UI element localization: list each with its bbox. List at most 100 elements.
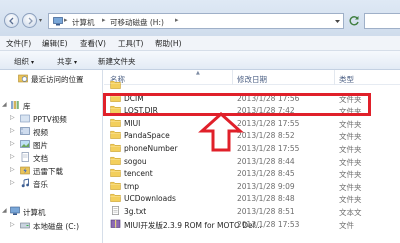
nav-item-recent[interactable]: 最近访问的位置 (0, 72, 102, 85)
crumb-computer[interactable]: 计算机 (72, 17, 95, 28)
expand-icon[interactable]: ▷ (10, 166, 15, 173)
file-modified-date: 2013/1/28 8:52 (237, 131, 295, 141)
file-name: phoneNumber (124, 144, 178, 153)
nav-item-music[interactable]: ▷ 音乐 (0, 177, 102, 190)
nav-label: 计算机 (23, 208, 46, 217)
file-modified-date: 2013/1/28 17:53 (237, 219, 300, 229)
file-name: MIUI (124, 118, 141, 128)
file-type: 文件夹 (339, 182, 362, 192)
new-folder-button[interactable]: 新建文件夹 (98, 56, 136, 67)
nav-label: 最近访问的位置 (31, 75, 84, 84)
menu-tools[interactable]: 工具(T) (118, 38, 143, 49)
file-name: tmp (124, 181, 140, 191)
refresh-button[interactable] (346, 13, 362, 29)
music-library-icon (21, 178, 29, 188)
nav-label: 文档 (33, 154, 48, 163)
collapse-icon[interactable]: ◢ (2, 101, 7, 108)
share-button[interactable]: 共享 ▾ (57, 56, 77, 67)
organize-button[interactable]: 组织 ▾ (14, 56, 34, 67)
nav-label: 库 (23, 102, 31, 111)
menu-edit[interactable]: 编辑(E) (42, 38, 68, 49)
sort-caret-icon: ▲ (196, 70, 200, 76)
menu-view[interactable]: 查看(V) (80, 38, 106, 49)
file-name: PandaSpace (124, 131, 170, 141)
folder-icon (110, 143, 121, 152)
crumb-separator: ▸ (102, 16, 106, 24)
nav-item-videos[interactable]: ▷ 视频 (0, 125, 102, 138)
file-type: 文件夹 (339, 157, 362, 167)
expand-icon[interactable]: ▷ (10, 179, 15, 186)
crumb-separator: ▸ (175, 16, 179, 24)
expand-icon[interactable]: ▷ (10, 114, 15, 121)
address-dropdown-icon[interactable] (334, 18, 341, 25)
file-row[interactable]: sogou 2013/1/28 8:44 文件夹 (104, 155, 400, 168)
document-library-icon (21, 152, 29, 162)
computer-icon (10, 206, 20, 215)
address-bar[interactable]: ▸ 计算机 ▸ 可移动磁盘 (H:) ▸ (48, 13, 344, 29)
nav-item-pictures[interactable]: ▷ 图片 (0, 138, 102, 151)
folder-icon (110, 131, 121, 140)
crumb-removable-disk[interactable]: 可移动磁盘 (H:) (110, 17, 164, 28)
folder-icon (110, 118, 121, 127)
navigation-pane: 最近访问的位置 ◢ 库 ▷ PPTV视频 ▷ 视频 ▷ 图片 ▷ 文档 ▷ 迅雷… (0, 70, 103, 243)
file-row[interactable] (104, 79, 400, 92)
file-type: 文件夹 (339, 132, 362, 142)
file-row[interactable]: UCDownloads 2013/1/28 8:48 文件夹 (104, 192, 400, 205)
nav-item-documents[interactable]: ▷ 文档 (0, 151, 102, 164)
video-library-icon (20, 127, 30, 135)
file-type: 文本文 (339, 208, 362, 217)
refresh-icon (349, 16, 359, 26)
nav-label: 迅雷下载 (33, 167, 63, 176)
crumb-separator: ▸ (64, 16, 68, 24)
file-row[interactable]: PandaSpace 2013/1/28 8:52 文件夹 (104, 129, 400, 142)
menu-help[interactable]: 帮助(H) (155, 38, 182, 49)
nav-item-computer[interactable]: ◢ 计算机 (0, 205, 102, 218)
file-row[interactable]: MIUI开发版2.3.9 ROM for MOTO Def... 2013/1/2… (104, 218, 400, 231)
file-name: 3g.txt (124, 207, 147, 216)
zip-file-icon (110, 219, 121, 228)
nav-label: 视频 (33, 128, 48, 137)
forward-arrow-icon (28, 17, 33, 25)
file-row[interactable]: MIUI 2013/1/28 17:55 文件夹 (104, 117, 400, 130)
menu-file[interactable]: 文件(F) (6, 38, 31, 49)
nav-item-pptv[interactable]: ▷ PPTV视频 (0, 112, 102, 125)
back-arrow-icon (9, 17, 14, 25)
share-dropdown-icon: ▾ (74, 59, 78, 66)
file-name: tencent (124, 169, 153, 179)
file-modified-date: 2013/1/28 8:48 (237, 194, 295, 204)
menu-bar: 文件(F) 编辑(E) 查看(V) 工具(T) 帮助(H) (0, 36, 400, 51)
file-modified-date: 2013/1/28 17:55 (237, 118, 300, 128)
expand-icon[interactable]: ▷ (10, 221, 15, 228)
file-modified-date: 2013/1/28 8:44 (237, 156, 295, 166)
file-name: UCDownloads (124, 194, 176, 204)
expand-icon[interactable]: ▷ (10, 140, 15, 147)
file-modified-date: 2013/1/28 8:51 (237, 207, 295, 216)
nav-item-thunder[interactable]: ▷ 迅雷下载 (0, 164, 102, 177)
file-row[interactable]: tencent 2013/1/28 8:45 文件夹 (104, 167, 400, 180)
file-type: 文件夹 (339, 119, 362, 129)
nav-label: 图片 (33, 141, 48, 150)
library-folder-icon (20, 114, 30, 123)
expand-icon[interactable]: ▷ (10, 127, 15, 134)
file-row[interactable]: phoneNumber 2013/1/28 17:55 文件夹 (104, 142, 400, 155)
nav-label: 音乐 (33, 180, 48, 189)
hard-drive-icon (20, 222, 30, 229)
nav-label: PPTV视频 (33, 115, 67, 124)
file-row[interactable]: 3g.txt 2013/1/28 8:51 文本文 (104, 205, 400, 218)
search-input[interactable] (364, 13, 400, 29)
back-button[interactable] (4, 13, 19, 28)
history-dropdown-icon[interactable]: ▾ (39, 17, 42, 24)
forward-button[interactable] (22, 13, 37, 28)
share-label: 共享 (57, 57, 72, 66)
expand-icon[interactable]: ▷ (10, 153, 15, 160)
file-row[interactable]: tmp 2013/1/28 9:09 文件夹 (104, 180, 400, 193)
text-file-icon (112, 206, 119, 215)
folder-icon (110, 80, 121, 89)
nav-label: 本地磁盘 (C:) (33, 222, 79, 231)
recent-places-icon (18, 74, 28, 83)
picture-library-icon (20, 140, 30, 148)
nav-item-local-disk-c[interactable]: ▷ 本地磁盘 (C:) (0, 219, 102, 232)
collapse-icon[interactable]: ◢ (2, 207, 7, 214)
organize-label: 组织 (14, 57, 29, 66)
nav-item-library[interactable]: ◢ 库 (0, 99, 102, 112)
